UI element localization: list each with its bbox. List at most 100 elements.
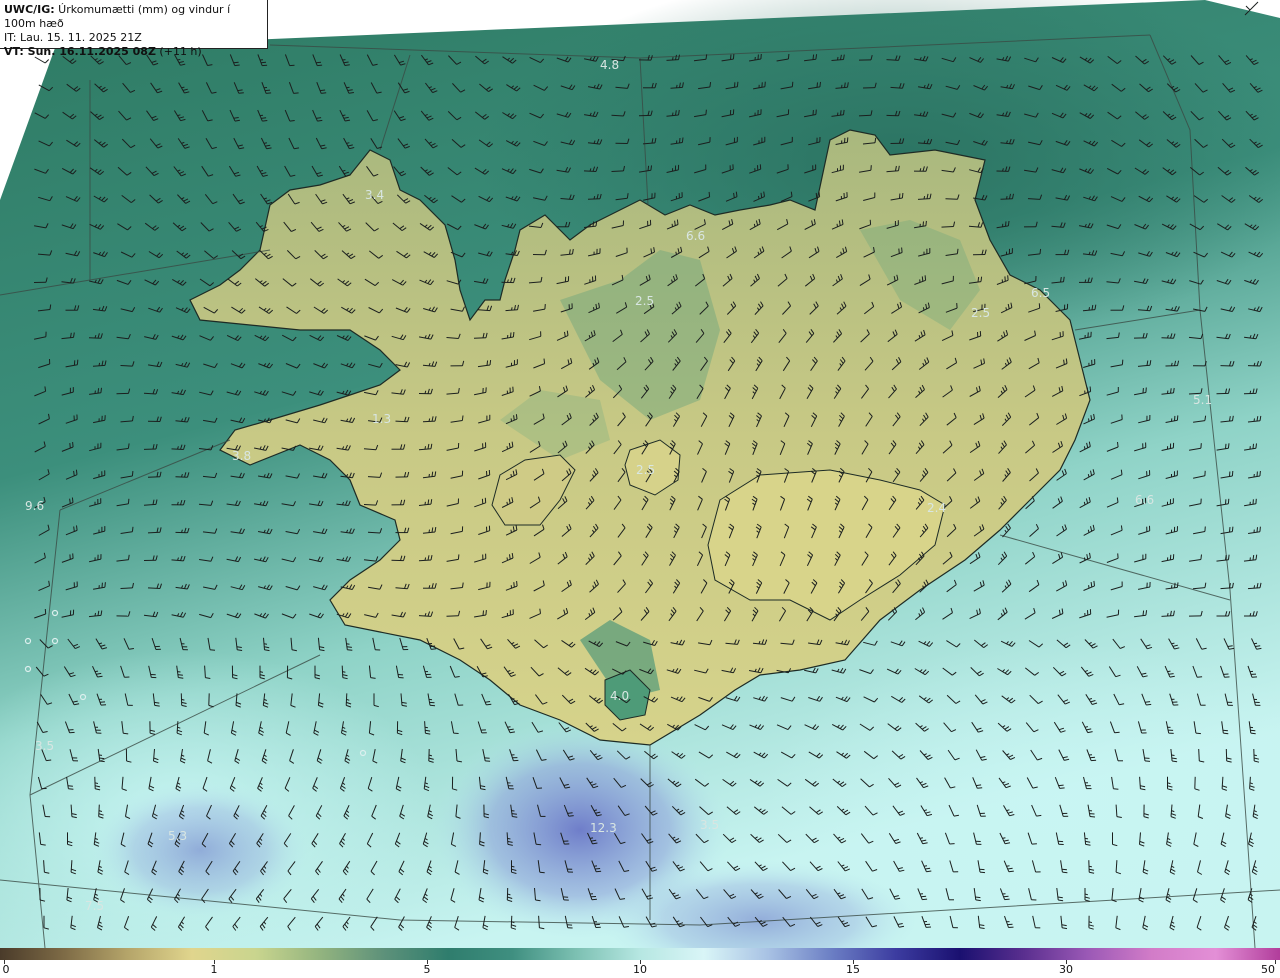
wind-barb-feather bbox=[1171, 362, 1173, 366]
wind-barb-feather bbox=[815, 192, 818, 198]
wind-barb-feather bbox=[512, 816, 518, 818]
wind-barb-feather bbox=[430, 499, 433, 505]
wind-barb-feather bbox=[898, 248, 900, 254]
wind-barb-feather bbox=[672, 112, 674, 116]
wind-barb-feather bbox=[1083, 501, 1086, 505]
wind-barb-feather bbox=[72, 442, 74, 448]
wind-barb-feather bbox=[49, 304, 52, 310]
colorbar-tick-label: 30 bbox=[1059, 963, 1073, 976]
wind-barb-feather bbox=[69, 498, 71, 504]
wind-barb-feather bbox=[901, 192, 904, 199]
wind-barb-icon bbox=[941, 226, 954, 228]
wind-barb-feather bbox=[1228, 554, 1230, 560]
wind-barb-feather bbox=[69, 443, 71, 449]
wind-barb-feather bbox=[236, 646, 242, 648]
wind-barb-feather bbox=[507, 726, 511, 728]
wind-barb-feather bbox=[516, 581, 518, 587]
wind-barb-feather bbox=[979, 871, 986, 874]
wind-barb-icon bbox=[147, 476, 161, 478]
wind-barb-feather bbox=[1253, 754, 1258, 757]
wind-barb-feather bbox=[1229, 527, 1231, 533]
wind-barb-feather bbox=[919, 837, 924, 839]
wind-barb-feather bbox=[317, 119, 323, 122]
wind-barb-icon bbox=[120, 365, 133, 367]
wind-barb-feather bbox=[1145, 701, 1151, 703]
wind-barb-feather bbox=[513, 415, 515, 421]
wind-barb-feather bbox=[568, 815, 574, 817]
wind-barb-feather bbox=[1063, 276, 1065, 282]
wind-barb-feather bbox=[926, 870, 932, 873]
wind-barb-feather bbox=[154, 704, 160, 707]
wind-barb-feather bbox=[1059, 787, 1065, 789]
wind-barb-feather bbox=[924, 275, 927, 281]
wind-barb-feather bbox=[1167, 670, 1171, 673]
wind-barb-feather bbox=[510, 529, 512, 533]
wind-barb-feather bbox=[342, 671, 346, 673]
colorbar-tick-label: 1 bbox=[210, 963, 218, 976]
wind-barb-feather bbox=[1090, 582, 1093, 588]
wind-barb-feather bbox=[589, 837, 594, 839]
wind-barb-feather bbox=[457, 554, 460, 560]
wind-barb-feather bbox=[1084, 837, 1089, 840]
wind-barb-feather bbox=[840, 110, 842, 116]
wind-barb-feather bbox=[758, 195, 760, 200]
precip-value: 4.8 bbox=[600, 58, 619, 72]
wind-barb-feather bbox=[346, 646, 352, 648]
wind-barb-feather bbox=[1250, 732, 1256, 735]
wind-barb-feather bbox=[925, 220, 927, 226]
precip-value: 2.5 bbox=[636, 463, 655, 477]
wind-barb-feather bbox=[128, 554, 130, 560]
colorbar-strip bbox=[0, 948, 1280, 960]
wind-barb-feather bbox=[708, 191, 711, 197]
wind-barb-feather bbox=[428, 418, 431, 422]
wind-barb-feather bbox=[1146, 703, 1152, 706]
wind-barb-feather bbox=[76, 525, 78, 531]
colorbar: 0 1 5 10 15 30 50 bbox=[0, 948, 1280, 978]
wind-barb-feather bbox=[979, 927, 985, 929]
wind-barb-feather bbox=[901, 247, 903, 253]
wind-barb-feather bbox=[956, 248, 959, 254]
wind-barb-feather bbox=[1084, 726, 1089, 728]
wind-barb-feather bbox=[73, 470, 75, 476]
wind-barb-feather bbox=[647, 165, 650, 171]
wind-barb-feather bbox=[676, 84, 678, 88]
wind-barb-feather bbox=[1227, 443, 1230, 449]
wind-barb-feather bbox=[234, 64, 240, 67]
wind-barb-feather bbox=[672, 56, 674, 61]
wind-barb-feather bbox=[819, 81, 821, 87]
wind-barb-feather bbox=[1007, 867, 1013, 870]
wind-barb-feather bbox=[486, 360, 489, 366]
wind-barb-feather bbox=[1170, 388, 1172, 394]
wind-barb-feather bbox=[511, 307, 513, 311]
wind-barb-feather bbox=[1057, 896, 1063, 899]
wind-barb-feather bbox=[427, 499, 430, 505]
wind-barb-feather bbox=[68, 788, 74, 790]
wind-barb-feather bbox=[566, 330, 569, 336]
wind-barb-feather bbox=[99, 757, 105, 760]
wind-barb-feather bbox=[289, 120, 295, 122]
wind-barb-feather bbox=[506, 446, 508, 450]
wind-barb-feather bbox=[1083, 557, 1086, 561]
wind-barb-feather bbox=[1142, 610, 1145, 616]
wind-barb-feather bbox=[1144, 760, 1151, 762]
wind-barb-feather bbox=[515, 414, 518, 420]
wind-barb-feather bbox=[506, 501, 508, 505]
colorbar-tick-label: 5 bbox=[423, 963, 431, 976]
wind-barb-feather bbox=[511, 813, 517, 815]
wind-barb-feather bbox=[977, 787, 983, 789]
wind-barb-icon bbox=[858, 114, 872, 117]
wind-barb-feather bbox=[1174, 582, 1176, 588]
wind-barb-feather bbox=[674, 220, 676, 226]
wind-barb-feather bbox=[979, 924, 985, 926]
wind-barb-feather bbox=[127, 498, 130, 504]
wind-barb-feather bbox=[567, 812, 573, 814]
wind-barb-feather bbox=[732, 54, 735, 60]
precip-value: 2.4 bbox=[927, 501, 946, 515]
wind-barb-feather bbox=[593, 307, 595, 311]
wind-barb-feather bbox=[593, 195, 596, 200]
wind-barb-feather bbox=[1167, 612, 1169, 617]
precip-value: 12.3 bbox=[590, 821, 617, 835]
precip-value: 3.8 bbox=[232, 449, 251, 463]
wind-barb-feather bbox=[1255, 554, 1258, 560]
valid-time-offset: (+11 h) bbox=[155, 45, 202, 58]
